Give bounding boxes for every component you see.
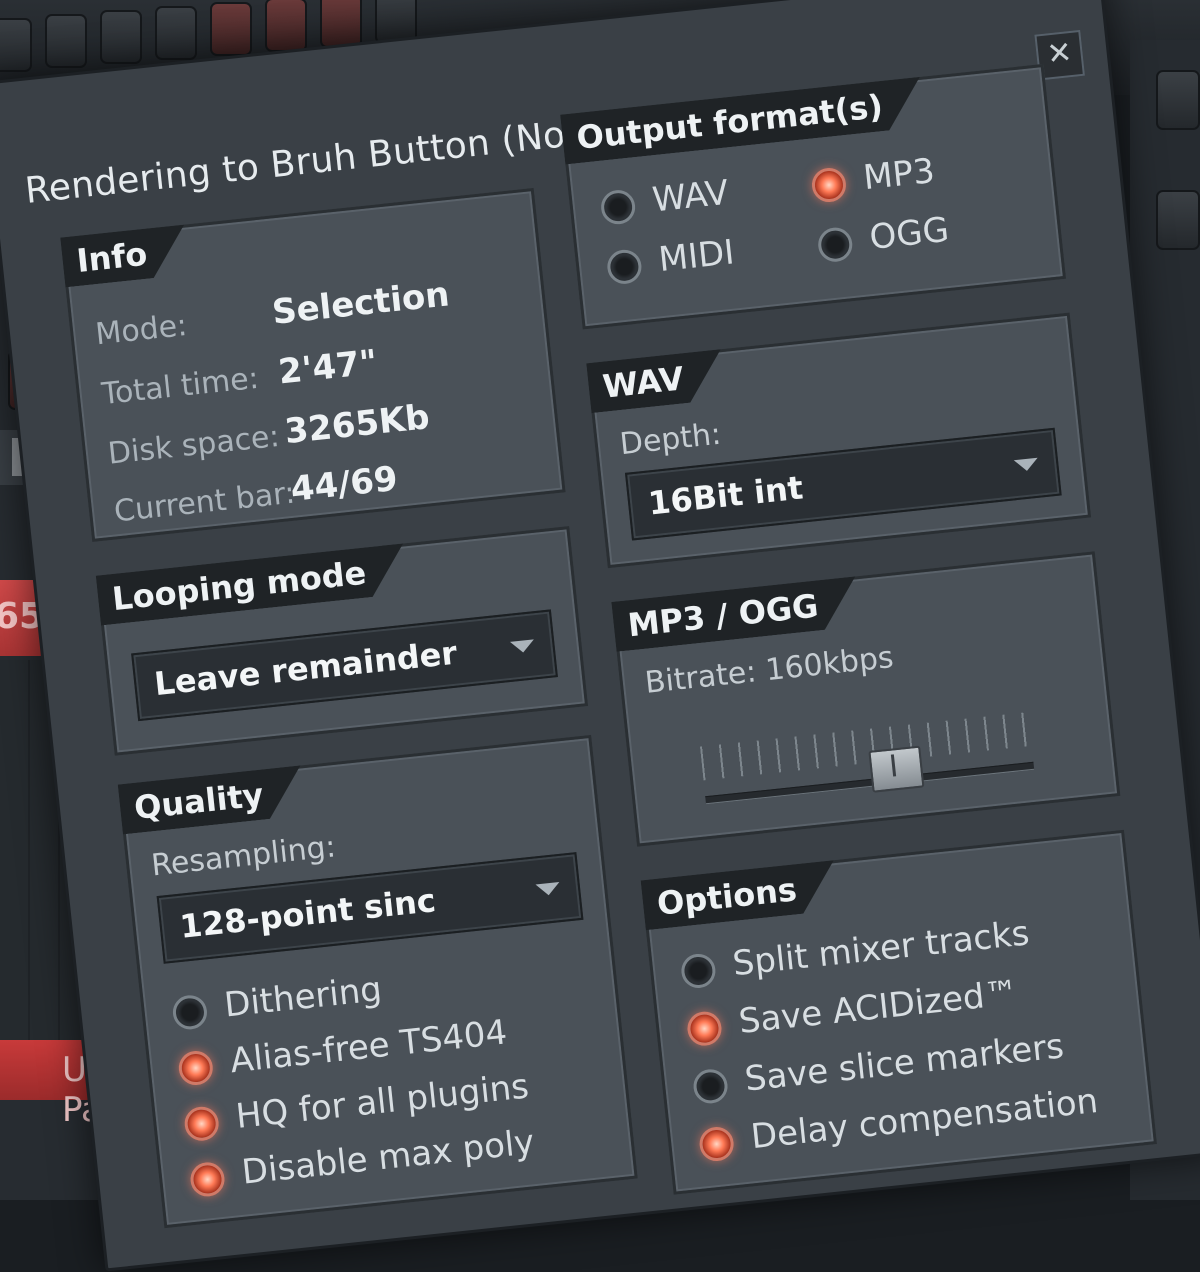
info-header: Info: [60, 225, 189, 288]
toolbar-key[interactable]: [210, 2, 252, 56]
radio-button[interactable]: [188, 1160, 227, 1199]
format-wav[interactable]: WAV: [599, 173, 730, 236]
mode-label: Mode:: [93, 307, 189, 353]
right-key[interactable]: [1156, 190, 1200, 250]
format-label: MIDI: [656, 232, 737, 281]
quality-option-hq-plugins[interactable]: HQ for all plugins: [182, 1066, 531, 1153]
depth-value: 16Bit int: [646, 468, 805, 523]
radio-button[interactable]: [810, 166, 848, 204]
option-save-slice-markers[interactable]: Save slice markers: [691, 1026, 1066, 1115]
quality-header: Quality: [118, 765, 306, 834]
right-key[interactable]: [1156, 70, 1200, 130]
quality-option-alias-free[interactable]: Alias-free TS404: [177, 1012, 509, 1097]
radio-button[interactable]: [679, 952, 718, 990]
toolbar-key[interactable]: [100, 10, 142, 64]
quality-option-disable-max-poly[interactable]: Disable max poly: [188, 1122, 536, 1208]
output-formats-panel: Output format(s) WAV MP3 MIDI OGG: [560, 63, 1067, 330]
format-label: MP3: [861, 151, 937, 199]
render-dialog: Rendering to Bruh Button (No Typo Remix)…: [0, 0, 1200, 1272]
format-midi[interactable]: MIDI: [605, 232, 736, 296]
option-label: Split mixer tracks: [730, 913, 1032, 985]
format-label: WAV: [650, 172, 731, 221]
option-split-mixer-tracks[interactable]: Split mixer tracks: [679, 913, 1031, 1000]
bitrate-label: Bitrate: 160kbps: [643, 639, 896, 701]
radio-button[interactable]: [816, 225, 854, 264]
option-label: Dithering: [222, 969, 384, 1026]
output-formats-header: Output format(s): [560, 77, 925, 165]
radio-button[interactable]: [691, 1067, 730, 1106]
option-save-acidized[interactable]: Save ACIDized™: [685, 973, 1020, 1058]
current-bar-label: Current bar:: [112, 475, 297, 530]
toolbar-key[interactable]: [155, 6, 197, 60]
radio-button[interactable]: [182, 1105, 221, 1143]
toolbar-key[interactable]: [45, 14, 87, 68]
disk-space-label: Disk space:: [106, 418, 282, 472]
looping-mode-header: Looping mode: [96, 543, 409, 625]
total-time-label: Total time:: [100, 360, 261, 413]
option-label: Save ACIDized™: [736, 972, 1021, 1042]
options-panel: Options Split mixer tracks Save ACIDized…: [640, 829, 1158, 1195]
chevron-down-icon: [509, 639, 536, 654]
radio-button[interactable]: [599, 188, 637, 226]
looping-mode-value: Leave remainder: [152, 633, 459, 704]
current-bar-value: 44/69: [288, 458, 400, 510]
format-ogg[interactable]: OGG: [816, 210, 951, 274]
wav-header: WAV: [586, 349, 726, 413]
radio-button[interactable]: [171, 993, 209, 1032]
format-label: OGG: [867, 209, 951, 258]
resampling-label: Resampling:: [149, 829, 338, 884]
radio-button[interactable]: [697, 1125, 736, 1163]
radio-button[interactable]: [177, 1049, 215, 1087]
toolbar-key[interactable]: [265, 0, 307, 52]
mp3-ogg-panel: MP3 / OGG Bitrate: 160kbps: [611, 551, 1121, 847]
quality-panel: Quality Resampling: 128-point sinc Dithe…: [117, 734, 638, 1229]
looping-mode-select[interactable]: Leave remainder: [131, 609, 558, 722]
resampling-value: 128-point sinc: [177, 881, 438, 946]
total-time-value: 2'47": [276, 342, 380, 393]
depth-label: Depth:: [618, 416, 723, 463]
chevron-down-icon: [1013, 457, 1039, 473]
option-label: Disable max poly: [239, 1122, 537, 1193]
radio-button[interactable]: [685, 1009, 724, 1048]
bitrate-slider-thumb[interactable]: [868, 745, 925, 793]
radio-button[interactable]: [605, 248, 644, 286]
close-icon: ✕: [1045, 34, 1074, 73]
option-label: Alias-free TS404: [228, 1012, 509, 1082]
mode-value: Selection: [270, 274, 452, 333]
wav-panel: WAV Depth: 16Bit int: [586, 312, 1092, 569]
options-header: Options: [641, 860, 839, 930]
disk-space-value: 3265Kb: [282, 397, 432, 453]
chevron-down-icon: [535, 882, 561, 897]
format-mp3[interactable]: MP3: [810, 151, 937, 214]
info-panel: Info Mode: Selection Total time: 2'47" D…: [60, 187, 566, 542]
quality-option-dithering[interactable]: Dithering: [171, 969, 384, 1041]
toolbar-key[interactable]: [0, 18, 32, 72]
toolbar-key[interactable]: [320, 0, 362, 48]
option-delay-compensation[interactable]: Delay compensation: [697, 1081, 1100, 1173]
mp3-ogg-header: MP3 / OGG: [611, 576, 860, 651]
looping-mode-panel: Looping mode Leave remainder: [95, 526, 589, 756]
